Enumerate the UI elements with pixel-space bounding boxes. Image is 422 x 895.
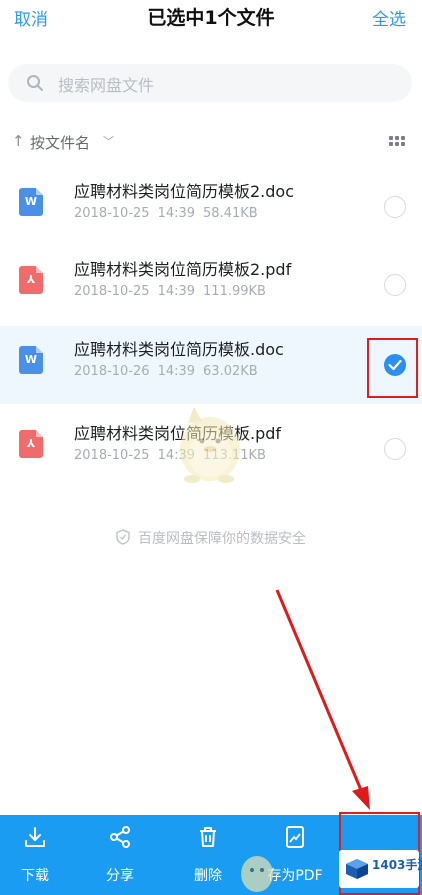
security-note-text: 百度网盘保障你的数据安全 bbox=[138, 531, 306, 547]
file-row[interactable]: W 应聘材料类岗位简历模板2.doc 2018-10-25 14:39 58.41K… bbox=[0, 168, 422, 246]
search-input[interactable]: 搜索网盘文件 bbox=[58, 72, 154, 96]
mascot-watermark-icon bbox=[180, 407, 240, 483]
file-size: 63.02KB bbox=[203, 364, 258, 379]
delete-label: 删除 bbox=[194, 868, 222, 884]
page: 取消 已选中1个文件 全选 搜索网盘文件 ↑ 按文件名 ﹀ W 应聘材料类岗位简… bbox=[0, 0, 422, 895]
delete-button[interactable]: 删除 bbox=[173, 815, 243, 895]
grid-view-icon[interactable] bbox=[389, 136, 405, 148]
select-checkbox[interactable] bbox=[384, 196, 406, 218]
file-time: 14:39 bbox=[157, 206, 196, 221]
highlight-box-checkbox bbox=[367, 338, 418, 398]
select-all-button[interactable]: 全选 bbox=[372, 5, 406, 30]
file-meta: 2018-10-25 14:39 58.41KB bbox=[74, 206, 266, 221]
pdf-file-icon: ⅄ bbox=[19, 266, 43, 294]
file-meta: 2018-10-26 14:39 63.02KB bbox=[74, 364, 266, 379]
site-watermark: 1403手游网 bbox=[339, 850, 422, 888]
watermark-text: 1403手游网 bbox=[372, 858, 422, 872]
file-name: 应聘材料类岗位简历模板2.doc bbox=[74, 182, 295, 201]
file-time: 14:39 bbox=[157, 284, 196, 299]
download-label: 下载 bbox=[21, 868, 49, 884]
mascot-watermark-icon bbox=[241, 856, 273, 892]
header-bar: 取消 已选中1个文件 全选 bbox=[0, 0, 422, 36]
doc-file-icon: W bbox=[19, 346, 43, 374]
file-date: 2018-10-26 bbox=[74, 364, 150, 379]
chevron-down-icon[interactable]: ﹀ bbox=[103, 133, 114, 149]
doc-file-icon: W bbox=[19, 188, 43, 216]
shield-icon bbox=[116, 529, 130, 545]
share-icon bbox=[110, 826, 130, 848]
file-time: 14:39 bbox=[157, 364, 196, 379]
sort-arrow-icon[interactable]: ↑ bbox=[12, 132, 25, 150]
file-size: 111.99KB bbox=[203, 284, 266, 299]
file-size: 58.41KB bbox=[203, 206, 258, 221]
file-row[interactable]: ⅄ 应聘材料类岗位简历模板2.pdf 2018-10-25 14:39 111.99… bbox=[0, 246, 422, 324]
sort-row: ↑ 按文件名 ﹀ bbox=[0, 130, 422, 156]
download-button[interactable]: 下载 bbox=[0, 815, 70, 895]
page-title: 已选中1个文件 bbox=[147, 7, 275, 29]
file-name: 应聘材料类岗位简历模板.doc bbox=[74, 340, 284, 359]
select-checkbox[interactable] bbox=[384, 438, 406, 460]
select-checkbox[interactable] bbox=[384, 274, 406, 296]
sort-by-name-button[interactable]: 按文件名 bbox=[30, 132, 90, 153]
file-meta: 2018-10-25 14:39 111.99KB bbox=[74, 284, 274, 299]
image-pdf-icon bbox=[286, 826, 304, 848]
search-icon bbox=[27, 75, 43, 91]
file-name: 应聘材料类岗位简历模板2.pdf bbox=[74, 260, 292, 279]
cube-logo-icon bbox=[346, 859, 368, 879]
file-date: 2018-10-25 bbox=[74, 284, 150, 299]
file-date: 2018-10-25 bbox=[74, 206, 150, 221]
security-note: 百度网盘保障你的数据安全 bbox=[0, 528, 422, 548]
share-label: 分享 bbox=[106, 868, 134, 884]
trash-icon bbox=[200, 827, 216, 847]
search-bar[interactable]: 搜索网盘文件 bbox=[8, 64, 412, 102]
pdf-file-icon: ⅄ bbox=[19, 430, 43, 458]
download-icon bbox=[25, 827, 45, 847]
file-date: 2018-10-25 bbox=[74, 448, 150, 463]
file-row[interactable]: W 应聘材料类岗位简历模板.doc 2018-10-26 14:39 63.02KB bbox=[0, 326, 422, 404]
share-button[interactable]: 分享 bbox=[85, 815, 155, 895]
